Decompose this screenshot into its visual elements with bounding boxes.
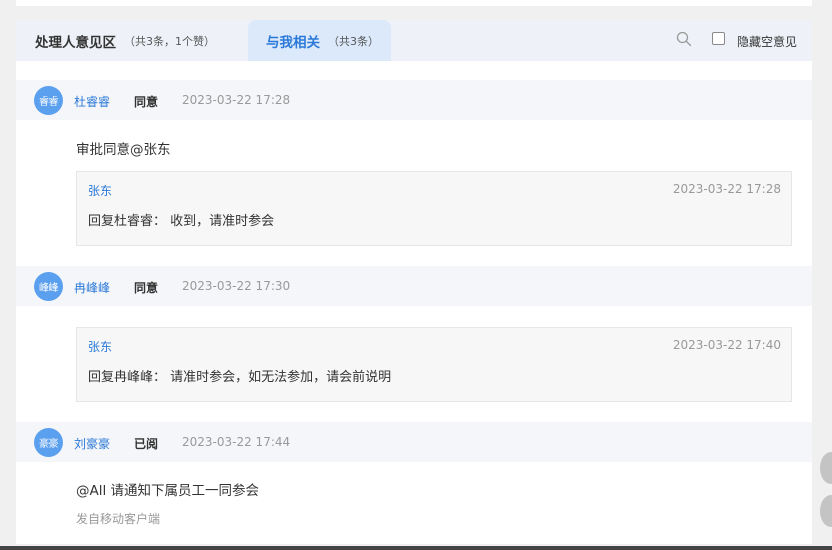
comment-text: @All 请通知下属员工一同参会 <box>76 483 260 499</box>
comment-header: 睿睿 杜睿睿 同意 2023-03-22 17:28 <box>16 80 812 120</box>
comment-text: 审批同意@张东 <box>76 142 171 158</box>
hide-empty-label: 隐藏空意见 <box>737 35 798 49</box>
timestamp: 2023-03-22 17:30 <box>182 279 291 293</box>
tab-opinions[interactable]: 处理人意见区 （共3条，1个赞） <box>16 20 248 61</box>
reply-timestamp: 2023-03-22 17:28 <box>672 182 781 196</box>
timestamp: 2023-03-22 17:28 <box>182 93 291 107</box>
tab-opinions-count: （共3条，1个赞） <box>124 34 215 48</box>
hide-empty-checkbox[interactable] <box>712 32 725 45</box>
bottom-bar <box>0 546 832 550</box>
tab-related[interactable]: 与我相关 （共3条） <box>248 20 391 61</box>
opinion-panel: 处理人意见区 （共3条，1个赞） 与我相关 （共3条） 隐藏空意见 睿睿 杜睿睿… <box>16 20 812 544</box>
avatar[interactable]: 豪豪 <box>34 428 63 457</box>
avatar[interactable]: 峰峰 <box>34 272 63 301</box>
comment-header: 峰峰 冉峰峰 同意 2023-03-22 17:30 <box>16 266 812 306</box>
reply-user-link[interactable]: 张东 <box>88 182 112 199</box>
floating-action-button[interactable] <box>820 452 832 484</box>
comment-header: 豪豪 刘豪豪 已阅 2023-03-22 17:44 <box>16 422 812 462</box>
reply-user-link[interactable]: 张东 <box>88 338 112 355</box>
reply-timestamp: 2023-03-22 17:40 <box>672 338 781 352</box>
floating-action-button[interactable] <box>820 495 832 527</box>
search-icon[interactable] <box>676 31 692 47</box>
top-strip <box>16 0 812 6</box>
user-name-link[interactable]: 冉峰峰 <box>74 279 110 296</box>
timestamp: 2023-03-22 17:44 <box>182 435 291 449</box>
reply-box: 张东 2023-03-22 17:40 回复冉峰峰： 请准时参会，如无法参加，请… <box>76 327 792 402</box>
action-label: 同意 <box>134 95 159 109</box>
tab-related-count: （共3条） <box>328 34 379 48</box>
reply-text: 回复杜睿睿： 收到，请准时参会 <box>88 214 275 229</box>
tab-opinions-label: 处理人意见区 <box>35 34 116 51</box>
tab-bar: 处理人意见区 （共3条，1个赞） 与我相关 （共3条） 隐藏空意见 <box>16 20 812 61</box>
action-label: 已阅 <box>134 437 159 451</box>
action-label: 同意 <box>134 281 159 295</box>
user-name-link[interactable]: 杜睿睿 <box>74 93 110 110</box>
reply-box: 张东 2023-03-22 17:28 回复杜睿睿： 收到，请准时参会 <box>76 171 792 246</box>
source-label: 发自移动客户端 <box>76 512 161 526</box>
reply-text: 回复冉峰峰： 请准时参会，如无法参加，请会前说明 <box>88 370 392 385</box>
user-name-link[interactable]: 刘豪豪 <box>74 435 110 452</box>
tab-related-label: 与我相关 <box>266 34 320 51</box>
avatar[interactable]: 睿睿 <box>34 86 63 115</box>
